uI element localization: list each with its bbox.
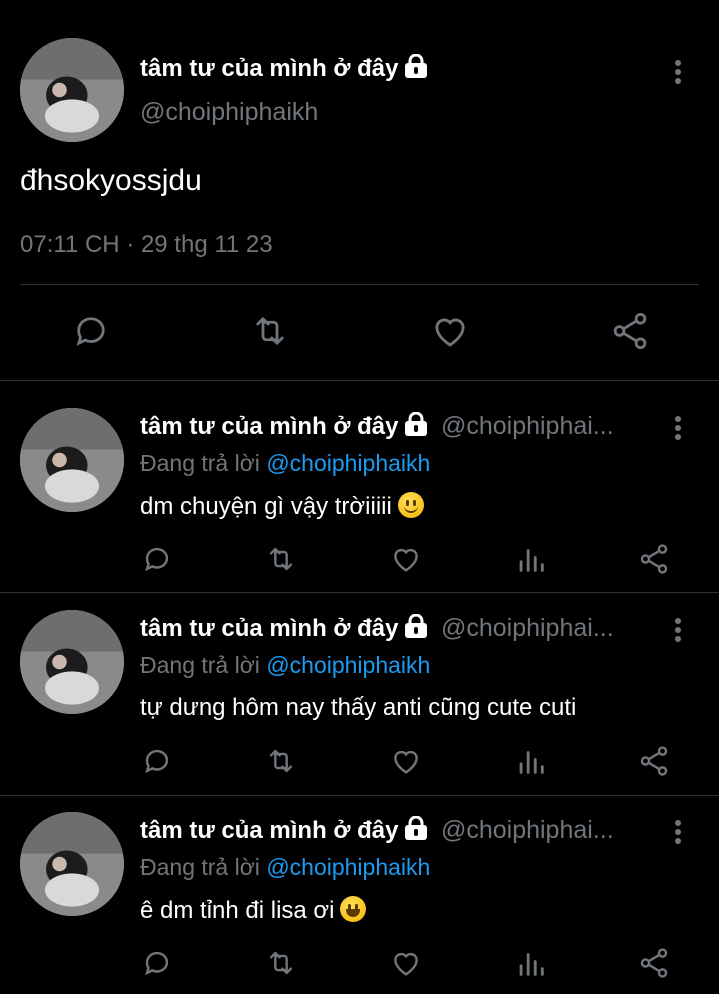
like-icon[interactable]: [388, 744, 424, 783]
avatar-photo: [20, 610, 124, 714]
avatar[interactable]: [20, 408, 124, 512]
grin-emoji-icon: [340, 896, 367, 922]
more-vertical-icon[interactable]: [668, 616, 688, 649]
retweet-icon[interactable]: [262, 946, 300, 985]
more-vertical-icon[interactable]: [668, 818, 688, 851]
reply-icon[interactable]: [70, 310, 112, 357]
avatar-photo: [20, 38, 124, 142]
avatar-photo: [20, 812, 124, 916]
replying-to-label: Đang trả lời: [140, 652, 260, 678]
share-icon[interactable]: [636, 946, 672, 985]
slight-smile-emoji-icon: [397, 492, 424, 518]
views-icon[interactable]: [514, 744, 548, 783]
replying-to-mention[interactable]: @choiphiphaikh: [266, 652, 430, 678]
more-vertical-icon[interactable]: [668, 414, 688, 447]
tweet-text-content: tự dưng hôm nay thấy anti cũng cute cuti: [140, 694, 577, 721]
avatar[interactable]: [20, 38, 124, 142]
author-handle[interactable]: @choiphiphai...: [441, 614, 614, 642]
like-icon[interactable]: [388, 946, 424, 985]
tweet-text-content: dm chuyện gì vậy trờiiiii: [140, 493, 392, 520]
replying-to: Đang trả lời @choiphiphaikh: [140, 450, 430, 477]
views-icon[interactable]: [514, 542, 548, 581]
author-handle[interactable]: @choiphiphaikh: [140, 98, 318, 127]
avatar-photo: [20, 408, 124, 512]
author-name[interactable]: tâm tư của mình ở đây: [140, 413, 399, 440]
author-handle[interactable]: @choiphiphai...: [441, 412, 614, 440]
reply-icon[interactable]: [140, 744, 174, 783]
reply-icon[interactable]: [140, 542, 174, 581]
tweet-text: tự dưng hôm nay thấy anti cũng cute cuti: [140, 694, 576, 722]
replying-to-mention[interactable]: @choiphiphaikh: [266, 854, 430, 880]
retweet-icon[interactable]: [262, 744, 300, 783]
author-name[interactable]: tâm tư của mình ở đây: [140, 817, 399, 844]
share-icon[interactable]: [636, 542, 672, 581]
lock-icon: [403, 815, 429, 845]
author-handle[interactable]: @choiphiphai...: [441, 816, 614, 844]
reply-icon[interactable]: [140, 946, 174, 985]
lock-icon: [403, 411, 429, 441]
tweet-timestamp[interactable]: 07:11 CH · 29 thg 11 23: [20, 231, 273, 259]
like-icon[interactable]: [388, 542, 424, 581]
share-icon[interactable]: [608, 310, 652, 357]
lock-icon: [403, 53, 429, 85]
avatar[interactable]: [20, 812, 124, 916]
reply-header: tâm tư của mình ở đây @choiphiphai...: [140, 411, 614, 441]
author-name[interactable]: tâm tư của mình ở đây: [140, 53, 429, 85]
more-vertical-icon[interactable]: [668, 58, 688, 91]
divider: [0, 380, 719, 381]
divider: [0, 592, 719, 593]
retweet-icon[interactable]: [247, 310, 293, 357]
views-icon[interactable]: [514, 946, 548, 985]
like-icon[interactable]: [428, 310, 472, 357]
replying-to-label: Đang trả lời: [140, 854, 260, 880]
author-name[interactable]: tâm tư của mình ở đây: [140, 615, 399, 642]
avatar[interactable]: [20, 610, 124, 714]
replying-to-mention[interactable]: @choiphiphaikh: [266, 450, 430, 476]
tweet-text: dm chuyện gì vậy trờiiiii: [140, 492, 424, 521]
tweet-text: ê dm tỉnh đi lisa ơi: [140, 896, 367, 925]
replying-to-label: Đang trả lời: [140, 450, 260, 476]
replying-to: Đang trả lời @choiphiphaikh: [140, 652, 430, 679]
tweet-text-content: ê dm tỉnh đi lisa ơi: [140, 897, 335, 924]
divider: [20, 284, 699, 285]
reply-header: tâm tư của mình ở đây @choiphiphai...: [140, 613, 614, 643]
share-icon[interactable]: [636, 744, 672, 783]
retweet-icon[interactable]: [262, 542, 300, 581]
replying-to: Đang trả lời @choiphiphaikh: [140, 854, 430, 881]
lock-icon: [403, 613, 429, 643]
divider: [0, 795, 719, 796]
tweet-text: đhsokyossjdu: [20, 164, 202, 197]
reply-header: tâm tư của mình ở đây @choiphiphai...: [140, 815, 614, 845]
